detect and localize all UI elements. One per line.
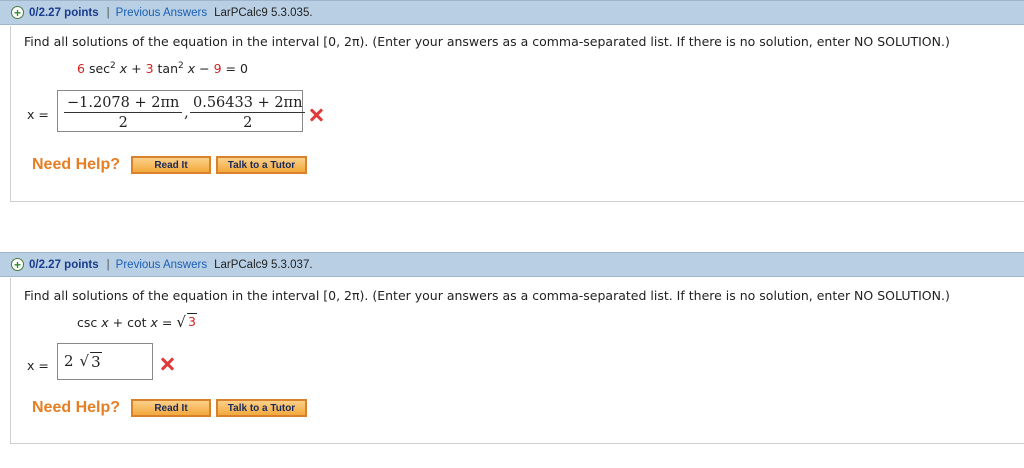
question-prompt: Find all solutions of the equation in th… xyxy=(24,288,950,303)
radicand: 3 xyxy=(186,313,197,329)
coefficient: 3 xyxy=(145,61,154,76)
question-body: Find all solutions of the equation in th… xyxy=(10,26,1024,202)
question-reference: LarPCalc9 5.3.037. xyxy=(214,258,313,271)
function-name: tan xyxy=(157,61,179,76)
separator: | xyxy=(106,258,110,271)
talk-to-tutor-button[interactable]: Talk to a Tutor xyxy=(216,399,307,417)
answer-label: x = xyxy=(27,107,49,122)
variable: x xyxy=(119,61,128,76)
right-hand-side: 0 xyxy=(240,61,248,76)
x-mark-icon xyxy=(160,357,174,371)
expand-plus-icon[interactable]: + xyxy=(11,6,24,19)
previous-answers-link[interactable]: Previous Answers xyxy=(116,7,207,19)
constant: 9 xyxy=(213,61,222,76)
talk-to-tutor-button[interactable]: Talk to a Tutor xyxy=(216,156,307,174)
points-label: 0/2.27 points xyxy=(29,6,99,19)
variable: x xyxy=(101,315,109,330)
need-help-label: Need Help? xyxy=(32,156,121,173)
need-help-label: Need Help? xyxy=(32,399,121,416)
equation: csc x + cot x = √ 3 xyxy=(77,313,197,331)
exponent: 2 xyxy=(110,60,116,71)
fraction-bar xyxy=(64,112,183,113)
exponent: 2 xyxy=(178,60,184,71)
operator: + xyxy=(112,315,124,330)
answer-input[interactable]: 2 √ 3 xyxy=(57,343,153,380)
coefficient: 6 xyxy=(77,61,85,76)
points-label: 0/2.27 points xyxy=(29,258,99,271)
question-header: + 0/2.27 points | Previous Answers LarPC… xyxy=(0,0,1024,25)
function-name: cot xyxy=(127,315,147,330)
expand-plus-icon[interactable]: + xyxy=(11,258,24,271)
read-it-button[interactable]: Read It xyxy=(131,156,211,174)
answer-fraction-2: 0.56433 + 2πn 2 xyxy=(190,95,306,131)
fraction-denominator: 2 xyxy=(243,115,253,131)
coefficient: 2 xyxy=(64,352,74,370)
radical-sign: √ xyxy=(176,313,186,331)
square-root: √ 3 xyxy=(176,313,197,331)
equals-sign: = xyxy=(161,315,173,330)
square-root: √ 3 xyxy=(80,352,102,371)
variable: x xyxy=(187,61,196,76)
radical-sign: √ xyxy=(79,352,90,370)
question-prompt: Find all solutions of the equation in th… xyxy=(24,34,950,49)
answer-input[interactable]: −1.2078 + 2πn 2 , 0.56433 + 2πn 2 xyxy=(57,90,306,132)
radicand: 3 xyxy=(90,352,102,371)
question-header: + 0/2.27 points | Previous Answers LarPC… xyxy=(0,252,1024,277)
operator: + xyxy=(131,61,142,76)
question-reference: LarPCalc9 5.3.035. xyxy=(214,6,313,19)
fraction-numerator: −1.2078 + 2πn xyxy=(67,95,180,111)
question-body: Find all solutions of the equation in th… xyxy=(10,278,1024,444)
operator: − xyxy=(199,61,210,76)
answer-expression: 2 √ 3 xyxy=(64,352,102,371)
fraction-numerator: 0.56433 + 2πn xyxy=(193,95,303,111)
separator: | xyxy=(106,6,110,19)
answer-fraction-1: −1.2078 + 2πn 2 xyxy=(64,95,183,131)
read-it-button[interactable]: Read It xyxy=(131,399,211,417)
question-1: + 0/2.27 points | Previous Answers LarPC… xyxy=(0,0,1024,202)
equation: 6 sec2 x + 3 tan2 x − 9 = 0 xyxy=(77,61,248,76)
variable: x xyxy=(150,315,158,330)
function-name: sec xyxy=(88,61,111,76)
fraction-denominator: 2 xyxy=(118,115,128,131)
answer-comma: , xyxy=(184,103,189,121)
fraction-bar xyxy=(190,112,306,113)
previous-answers-link[interactable]: Previous Answers xyxy=(116,259,207,271)
answer-label: x = xyxy=(27,358,49,373)
equals-sign: = xyxy=(225,61,237,76)
question-2: + 0/2.27 points | Previous Answers LarPC… xyxy=(0,252,1024,444)
function-name: csc xyxy=(77,315,98,330)
x-mark-icon xyxy=(309,108,323,122)
